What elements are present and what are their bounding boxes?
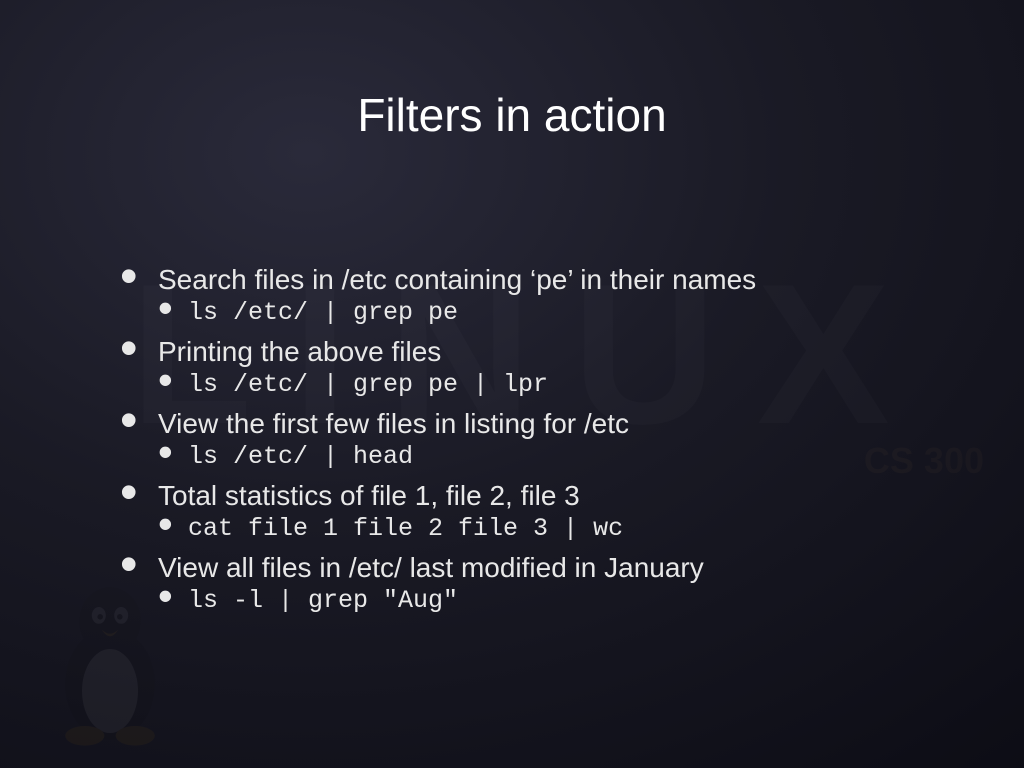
code-snippet: ls /etc/ | grep pe | lpr (188, 370, 548, 400)
slide-content: • Search files in /etc containing ‘pe’ i… (60, 262, 964, 616)
code-snippet: cat file 1 file 2 file 3 | wc (188, 514, 623, 544)
bullet-item: • View all files in /etc/ last modified … (120, 550, 964, 586)
bullet-text: Printing the above files (158, 334, 441, 370)
code-snippet: ls -l | grep "Aug" (188, 586, 458, 616)
bullet-dot-icon: • (120, 262, 140, 290)
code-snippet: ls /etc/ | grep pe (188, 298, 458, 328)
bullet-item: • Total statistics of file 1, file 2, fi… (120, 478, 964, 514)
bullet-dot-icon: • (120, 550, 140, 578)
slide-title: Filters in action (60, 88, 964, 142)
bullet-text: View the first few files in listing for … (158, 406, 629, 442)
code-snippet: ls /etc/ | head (188, 442, 413, 472)
bullet-item: • Printing the above files (120, 334, 964, 370)
bullet-dot-icon: • (120, 478, 140, 506)
bullet-dot-icon: • (158, 370, 174, 390)
bullet-dot-icon: • (158, 586, 174, 606)
bullet-dot-icon: • (120, 334, 140, 362)
bullet-dot-icon: • (158, 514, 174, 534)
bullet-text: View all files in /etc/ last modified in… (158, 550, 704, 586)
bullet-text: Search files in /etc containing ‘pe’ in … (158, 262, 756, 298)
slide-container: Filters in action • Search files in /etc… (0, 0, 1024, 768)
sub-bullet-item: • ls /etc/ | head (120, 442, 964, 472)
bullet-item: • Search files in /etc containing ‘pe’ i… (120, 262, 964, 298)
sub-bullet-item: • cat file 1 file 2 file 3 | wc (120, 514, 964, 544)
bullet-text: Total statistics of file 1, file 2, file… (158, 478, 580, 514)
sub-bullet-item: • ls /etc/ | grep pe (120, 298, 964, 328)
bullet-dot-icon: • (158, 442, 174, 462)
bullet-dot-icon: • (158, 298, 174, 318)
bullet-dot-icon: • (120, 406, 140, 434)
sub-bullet-item: • ls /etc/ | grep pe | lpr (120, 370, 964, 400)
sub-bullet-item: • ls -l | grep "Aug" (120, 586, 964, 616)
bullet-item: • View the first few files in listing fo… (120, 406, 964, 442)
